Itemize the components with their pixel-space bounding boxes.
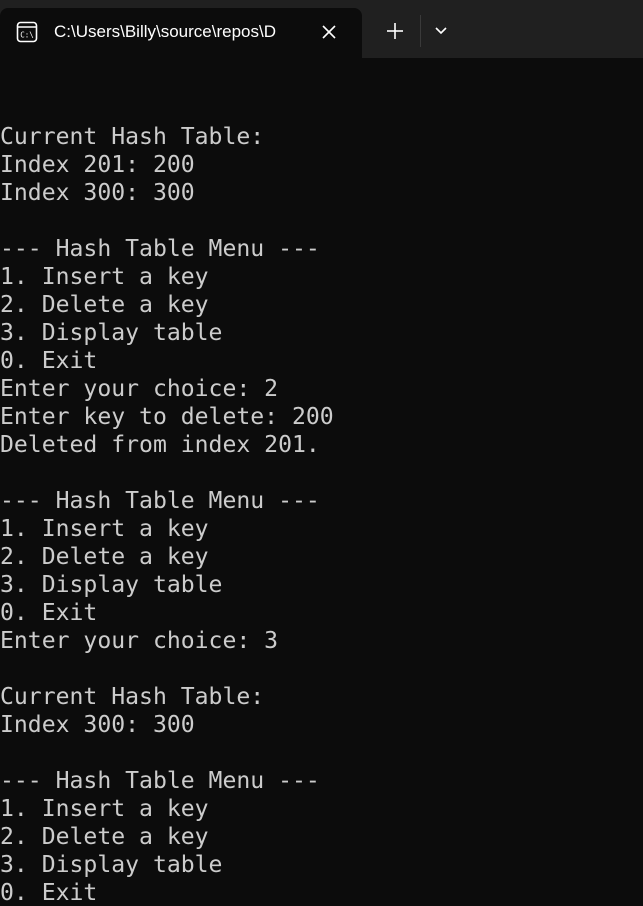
- terminal-line: 0. Exit: [0, 600, 98, 626]
- terminal-line: 3. Display table: [0, 320, 223, 346]
- terminal-line: 1. Insert a key: [0, 516, 209, 542]
- terminal-line: Enter key to delete: 200: [0, 404, 334, 430]
- terminal-line: 0. Exit: [0, 880, 98, 906]
- console-icon: C:\: [16, 21, 38, 43]
- svg-text:C:\: C:\: [20, 31, 34, 40]
- terminal-line: Deleted from index 201.: [0, 432, 320, 458]
- terminal-line: --- Hash Table Menu ---: [0, 768, 320, 794]
- terminal-line: 2. Delete a key: [0, 292, 209, 318]
- terminal-line: 1. Insert a key: [0, 796, 209, 822]
- terminal-tab[interactable]: C:\ C:\Users\Billy\source\repos\D: [0, 8, 362, 58]
- plus-icon[interactable]: [381, 17, 409, 45]
- terminal-output[interactable]: Current Hash Table: Index 201: 200 Index 3…: [0, 58, 643, 906]
- terminal-line: 1. Insert a key: [0, 264, 209, 290]
- terminal-line: Current Hash Table:: [0, 684, 265, 710]
- terminal-line: 2. Delete a key: [0, 544, 209, 570]
- terminal-line: 3. Display table: [0, 852, 223, 878]
- terminal-line: Enter your choice: 3: [0, 628, 279, 654]
- terminal-line: --- Hash Table Menu ---: [0, 488, 320, 514]
- terminal-line: Index 300: 300: [0, 712, 195, 738]
- tab-divider: [420, 15, 421, 47]
- terminal-line: --- Hash Table Menu ---: [0, 236, 320, 262]
- close-icon[interactable]: [318, 21, 340, 43]
- tab-title: C:\Users\Billy\source\repos\D: [54, 22, 277, 41]
- terminal-lines: Current Hash Table: Index 201: 200 Index 3…: [0, 95, 334, 906]
- terminal-line: Index 300: 300: [0, 180, 195, 206]
- terminal-line: Current Hash Table:: [0, 124, 265, 150]
- terminal-line: Index 201: 200: [0, 152, 195, 178]
- terminal-line: Enter your choice: 2: [0, 376, 279, 402]
- terminal-line: 3. Display table: [0, 572, 223, 598]
- chevron-down-icon[interactable]: [428, 17, 454, 45]
- title-bar: C:\ C:\Users\Billy\source\repos\D: [0, 0, 643, 58]
- terminal-line: 0. Exit: [0, 348, 98, 374]
- terminal-line: 2. Delete a key: [0, 824, 209, 850]
